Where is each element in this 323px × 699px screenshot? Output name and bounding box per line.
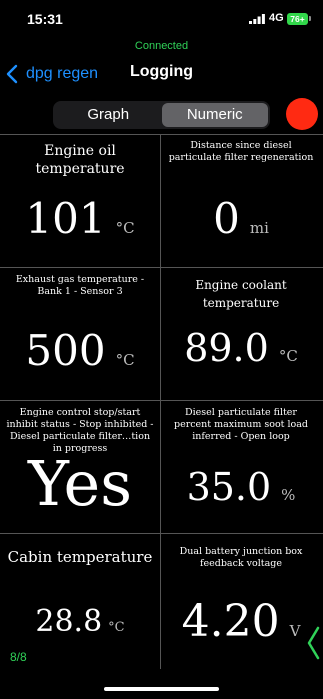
reading-value: 35.0 [186, 465, 272, 509]
reading-value: 89.0 [184, 326, 269, 370]
status-bar: 15:31 4G 76+ [0, 0, 323, 40]
back-label: dpg regen [26, 65, 99, 82]
record-button[interactable] [286, 98, 318, 130]
back-button[interactable]: dpg regen [6, 62, 98, 86]
chevron-left-icon[interactable] [306, 626, 320, 660]
reading-unit: V [289, 622, 301, 640]
reading-unit: °C [115, 351, 135, 369]
signal-icon [249, 14, 265, 24]
reading-unit: °C [108, 620, 125, 635]
reading-unit: °C [115, 219, 135, 237]
reading-label: Diesel particulate filter percent maximu… [173, 407, 309, 442]
reading-cell-stop-start-inhibit[interactable]: Engine control stop/start inhibit status… [0, 401, 160, 534]
reading-cell-dpf-distance[interactable]: Distance since diesel particulate filter… [161, 134, 321, 267]
reading-unit: mi [249, 219, 269, 237]
reading-value: 28.8 [35, 604, 103, 639]
battery-nub [309, 16, 311, 21]
reading-unit: °C [278, 347, 298, 365]
reading-cell-coolant-temp[interactable]: Engine coolant temperature 89.0 °C [161, 268, 321, 401]
view-segmented-control: Graph Numeric [53, 101, 270, 129]
page-indicator: 8/8 [10, 650, 27, 664]
back-chevron-icon [6, 64, 18, 84]
segment-numeric[interactable]: Numeric [161, 103, 268, 127]
reading-value: Yes [27, 447, 133, 520]
reading-cell-cabin-temp[interactable]: Cabin temperature 28.8 °C [0, 534, 160, 667]
reading-cell-battery-voltage[interactable]: Dual battery junction box feedback volta… [161, 534, 321, 667]
reading-label: Dual battery junction box feedback volta… [179, 546, 303, 569]
network-type: 4G [269, 12, 284, 24]
reading-value: 101 [25, 194, 106, 243]
connection-status: Connected [134, 40, 189, 52]
reading-cell-exhaust-gas-temp[interactable]: Exhaust gas temperature - Bank 1 - Senso… [0, 268, 160, 401]
reading-unit: % [281, 486, 296, 504]
reading-cell-dpf-soot-load[interactable]: Diesel particulate filter percent maximu… [161, 401, 321, 534]
reading-label: Exhaust gas temperature - Bank 1 - Senso… [15, 274, 145, 297]
reading-value: 4.20 [181, 596, 280, 647]
home-indicator[interactable] [104, 687, 219, 691]
reading-cell-engine-oil-temp[interactable]: Engine oil temperature 101 °C [0, 134, 160, 267]
reading-value: 0 [213, 194, 240, 243]
battery-icon: 76+ [287, 13, 308, 25]
reading-label: Engine coolant temperature [195, 278, 287, 310]
reading-label: Engine oil temperature [35, 143, 125, 177]
status-time: 15:31 [27, 11, 63, 27]
segment-graph[interactable]: Graph [55, 103, 162, 127]
reading-label: Cabin temperature [7, 548, 153, 566]
reading-value: 500 [25, 326, 106, 375]
readings-grid: Engine oil temperature 101 °C Distance s… [0, 134, 323, 669]
reading-label: Distance since diesel particulate filter… [168, 140, 314, 163]
